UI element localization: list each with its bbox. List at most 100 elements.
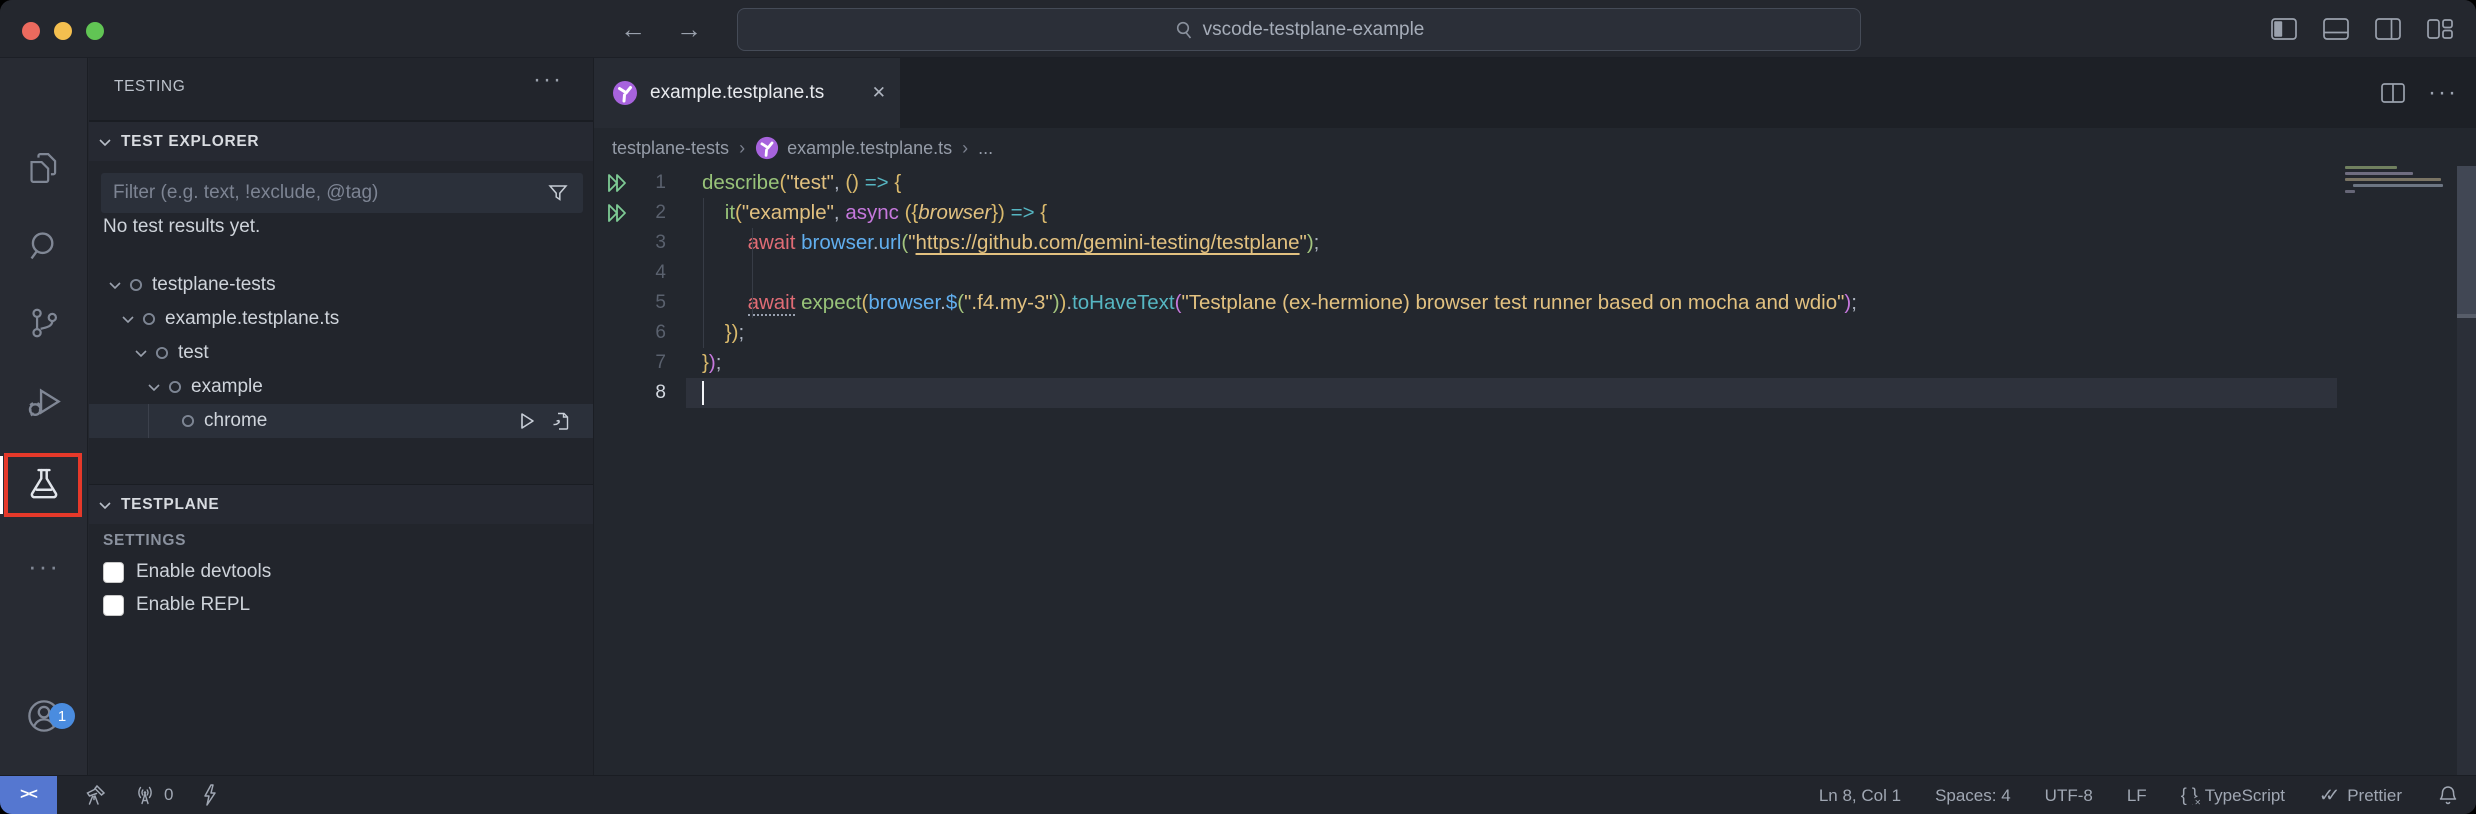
command-center-search[interactable]: vscode-testplane-example [737, 8, 1861, 51]
run-test-gutter-icon[interactable] [594, 202, 640, 224]
code-editor[interactable]: 1describe("test", () => {2 it("example",… [594, 168, 2476, 775]
test-state-circle-icon [128, 277, 144, 293]
breadcrumb-item[interactable]: ... [978, 138, 993, 159]
line-number: 5 [640, 292, 666, 314]
tree-item-testplane-tests[interactable]: testplane-tests [89, 268, 593, 302]
braces-icon: { }✕ [2181, 785, 2198, 806]
filter-funnel-icon[interactable] [547, 182, 569, 204]
line-number: 7 [640, 352, 666, 374]
test-state-circle-icon [154, 345, 170, 361]
code-line-3[interactable]: 3 await browser.url("https://github.com/… [594, 228, 2476, 258]
sidebar-title-row: TESTING ··· [89, 58, 593, 121]
code-line-7[interactable]: 7}); [594, 348, 2476, 378]
enable-devtools-row: Enable devtools [103, 561, 271, 583]
remote-indicator[interactable]: >< [0, 776, 57, 814]
code-line-5[interactable]: 5 await expect(browser.$(".f4.my-3")).to… [594, 288, 2476, 318]
line-col-status[interactable]: Ln 8, Col 1 [1819, 786, 1901, 806]
additional-views-icon[interactable]: ··· [0, 534, 88, 598]
editor-more-actions-icon[interactable]: ··· [2428, 79, 2458, 107]
eol-status[interactable]: LF [2127, 786, 2147, 806]
test-explorer-section-header[interactable]: TEST EXPLORER [89, 121, 593, 161]
code-line-2[interactable]: 2 it("example", async ({browser}) => { [594, 198, 2476, 228]
ports-status[interactable]: 0 [133, 783, 173, 807]
indent-guide [148, 404, 149, 438]
code-line-8[interactable]: 8 [594, 378, 2476, 408]
chevron-down-icon [97, 134, 113, 150]
code-line-6[interactable]: 6 }); [594, 318, 2476, 348]
formatter-status[interactable]: ✓✓ Prettier [2319, 785, 2402, 806]
radio-tower-icon [133, 783, 157, 807]
test-explorer-title: TEST EXPLORER [121, 133, 259, 151]
close-traffic-light[interactable] [22, 22, 40, 40]
editor-scrollbar[interactable] [2457, 166, 2476, 775]
language-status[interactable]: { }✕ TypeScript [2181, 785, 2285, 806]
spaces-status[interactable]: Spaces: 4 [1935, 786, 2011, 806]
search-icon [1174, 20, 1194, 40]
breadcrumb-item[interactable]: example.testplane.ts [755, 136, 952, 160]
ports-count: 0 [164, 785, 173, 805]
testing-sidebar: TESTING ··· TEST EXPLORER No test result… [89, 58, 594, 775]
run-test-icon[interactable] [517, 411, 537, 431]
testplane-section-header[interactable]: TESTPLANE [89, 484, 593, 524]
line-number: 6 [640, 322, 666, 344]
chevron-down-icon[interactable] [133, 345, 149, 361]
source-control-icon[interactable] [0, 291, 88, 355]
run-debug-icon[interactable] [0, 371, 88, 435]
chevron-down-icon[interactable] [107, 277, 123, 293]
minimap[interactable] [2345, 166, 2455, 366]
tab-example-testplane-ts[interactable]: example.testplane.ts ✕ [594, 58, 900, 128]
accounts-badge: 1 [49, 703, 75, 729]
code-line-1[interactable]: 1describe("test", () => { [594, 168, 2476, 198]
toggle-panel-icon[interactable] [2322, 16, 2350, 42]
breadcrumb-separator: › [962, 138, 968, 159]
test-state-circle-icon [141, 311, 157, 327]
forward-arrow-icon[interactable]: → [676, 12, 702, 46]
breadcrumb: testplane-tests › example.testplane.ts ›... [594, 128, 2476, 168]
explorer-icon[interactable] [0, 136, 88, 200]
testing-highlight-box [4, 453, 82, 517]
encoding-status[interactable]: UTF-8 [2045, 786, 2093, 806]
test-tree: testplane-testsexample.testplane.ts test e… [89, 268, 593, 438]
telescope-icon[interactable] [83, 783, 107, 807]
line-number: 8 [640, 382, 666, 404]
tree-item-label: test [178, 342, 209, 364]
enable-devtools-checkbox[interactable] [103, 562, 124, 583]
tree-item-example[interactable]: example [89, 370, 593, 404]
search-view-icon[interactable] [0, 214, 88, 278]
testplane-file-icon [755, 136, 779, 160]
sidebar-more-actions-icon[interactable]: ··· [533, 66, 563, 94]
indent-guide [703, 198, 704, 348]
go-to-test-icon[interactable] [551, 411, 571, 431]
toggle-secondary-sidebar-icon[interactable] [2374, 16, 2402, 42]
toggle-primary-sidebar-icon[interactable] [2270, 16, 2298, 42]
error-badge-icon: ✕ [2192, 797, 2204, 809]
indent-guide [752, 228, 753, 318]
breadcrumb-separator: › [739, 138, 745, 159]
split-editor-icon[interactable] [2380, 81, 2406, 105]
minimize-traffic-light[interactable] [54, 22, 72, 40]
lightning-icon[interactable] [199, 783, 221, 807]
tree-item-label: example [191, 376, 263, 398]
activity-bar: ··· 1 1 [0, 58, 88, 775]
enable-repl-label: Enable REPL [136, 594, 250, 616]
test-filter-input[interactable] [101, 173, 583, 213]
tree-item-example.testplane.ts[interactable]: example.testplane.ts [89, 302, 593, 336]
test-state-circle-icon [167, 379, 183, 395]
tree-item-chrome[interactable]: chrome [89, 404, 593, 438]
tab-close-icon[interactable]: ✕ [872, 83, 886, 103]
notifications-bell-icon[interactable] [2436, 784, 2460, 808]
settings-label: SETTINGS [103, 532, 186, 550]
customize-layout-icon[interactable] [2426, 16, 2454, 42]
enable-repl-checkbox[interactable] [103, 595, 124, 616]
tree-item-label: chrome [204, 410, 267, 432]
chevron-down-icon[interactable] [120, 311, 136, 327]
back-arrow-icon[interactable]: ← [620, 12, 646, 46]
line-number: 4 [640, 262, 666, 284]
zoom-traffic-light[interactable] [86, 22, 104, 40]
code-line-4[interactable]: 4 [594, 258, 2476, 288]
breadcrumb-item[interactable]: testplane-tests [612, 138, 729, 159]
tree-item-test[interactable]: test [89, 336, 593, 370]
scrollbar-slider[interactable] [2457, 166, 2476, 318]
run-test-gutter-icon[interactable] [594, 172, 640, 194]
chevron-down-icon[interactable] [146, 379, 162, 395]
